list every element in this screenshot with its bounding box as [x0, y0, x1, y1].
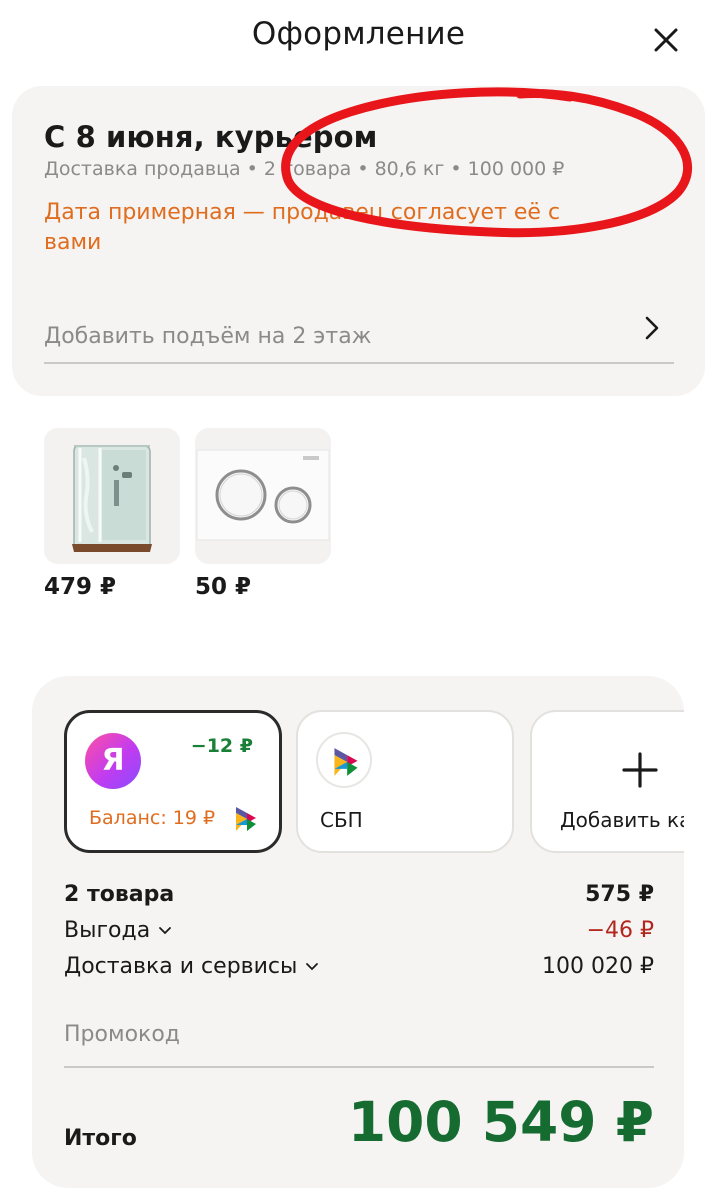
sbp-icon	[334, 748, 358, 776]
delivery-services-value: 100 020 ₽	[542, 954, 654, 979]
plus-icon	[622, 752, 658, 788]
items-total: 575 ₽	[585, 882, 654, 907]
page-title: Оформление	[251, 16, 466, 52]
yandex-pay-logo: Я	[85, 733, 141, 789]
header: Оформление	[0, 0, 717, 80]
promo-code-placeholder: Промокод	[64, 1022, 180, 1047]
benefit-label: Выгода	[64, 918, 151, 943]
payment-option-sbp[interactable]: СБП	[296, 710, 514, 853]
chevron-down-icon	[306, 963, 319, 971]
shower-cabin-icon	[44, 428, 180, 564]
product-price: 479 ₽	[44, 574, 117, 600]
product-thumbnail-shower[interactable]	[44, 428, 180, 564]
total-label: Итого	[64, 1126, 137, 1151]
sbp-logo	[316, 732, 372, 788]
product-thumbnail-flush-plate[interactable]	[195, 428, 331, 564]
chevron-right-icon	[645, 316, 659, 340]
payment-option-add-card[interactable]: Добавить карту	[530, 710, 684, 853]
benefit-value: −46 ₽	[586, 918, 654, 943]
add-lift-label: Добавить подъём на 2 этаж	[44, 324, 372, 349]
balance-label: Баланс: 19 ₽	[89, 807, 216, 829]
sbp-icon	[236, 807, 256, 831]
total-value: 100 549 ₽	[347, 1090, 654, 1154]
benefit-row: Выгода −46 ₽	[64, 918, 654, 952]
order-summary-card: Я −12 ₽ Баланс: 19 ₽ СБП Добавить к 2 то…	[32, 676, 684, 1188]
payment-option-yandex[interactable]: Я −12 ₽ Баланс: 19 ₽	[64, 710, 282, 853]
delivery-services-row: Доставка и сервисы 100 020 ₽	[64, 954, 654, 988]
add-lift-option[interactable]: Добавить подъём на 2 этаж	[44, 308, 674, 364]
delivery-date-note: Дата примерная — продавец согласует её с…	[44, 200, 561, 255]
close-button[interactable]	[648, 22, 684, 58]
close-icon	[654, 28, 678, 52]
payment-methods-carousel[interactable]: Я −12 ₽ Баланс: 19 ₽ СБП Добавить к	[64, 710, 684, 855]
chevron-down-icon	[159, 927, 172, 935]
delivery-services-toggle[interactable]: Доставка и сервисы	[64, 954, 319, 979]
delivery-meta: Доставка продавца • 2 товара • 80,6 кг •…	[44, 158, 565, 180]
items-label: 2 товара	[64, 882, 175, 907]
cashback-badge: −12 ₽	[190, 735, 253, 757]
promo-code-input[interactable]: Промокод	[64, 1010, 654, 1068]
flush-plate-icon	[195, 428, 331, 564]
sbp-label: СБП	[320, 808, 363, 832]
benefit-toggle[interactable]: Выгода	[64, 918, 172, 943]
delivery-services-label: Доставка и сервисы	[64, 954, 298, 979]
items-row: 2 товара 575 ₽	[64, 882, 654, 916]
add-card-label: Добавить карту	[560, 808, 684, 832]
delivery-title: С 8 июня, курьером	[44, 120, 378, 154]
delivery-card: С 8 июня, курьером Доставка продавца • 2…	[12, 86, 705, 396]
product-price: 50 ₽	[195, 574, 252, 600]
